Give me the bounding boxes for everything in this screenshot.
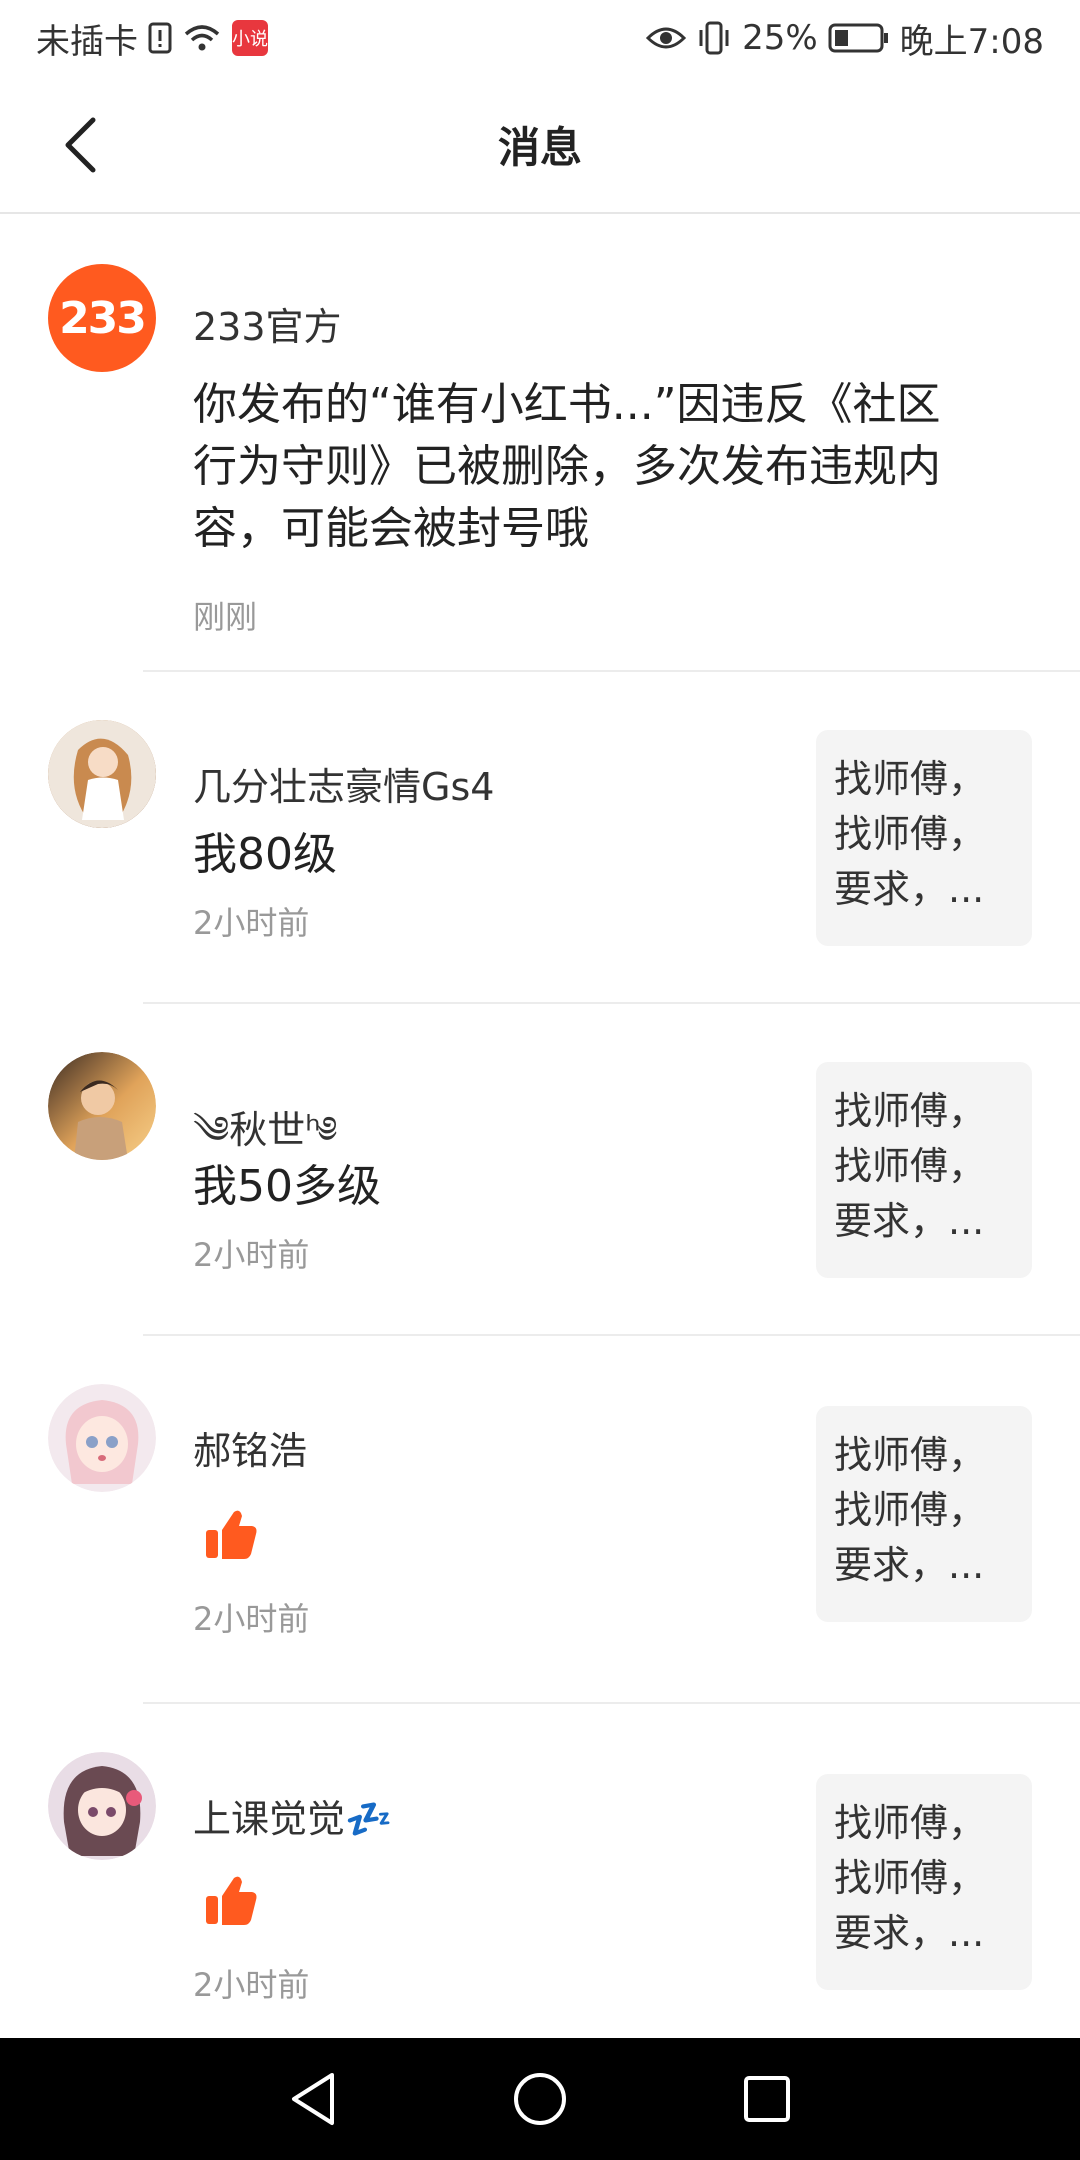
post-preview[interactable]: 找师傅，找师傅，要求，... (816, 730, 1032, 946)
nav-recents-button[interactable] (732, 2064, 802, 2134)
avatar[interactable] (48, 1052, 156, 1160)
avatar[interactable] (48, 1384, 156, 1492)
message-text: 你发布的“谁有小红书...”因违反《社区行为守则》已被删除，多次发布违规内容，可… (193, 379, 941, 554)
app-badge-icon: 小说 (232, 20, 268, 56)
page-title: 消息 (497, 122, 582, 172)
carrier-text: 未插卡 (36, 21, 138, 62)
list-item[interactable]: 几分壮志豪情Gs4 我80级 2小时前 找师傅，找师傅，要求，... (0, 672, 1080, 1004)
list-item[interactable]: 233 233官方 你发布的“谁有小红书...”因违反《社区行为守则》已被删除，… (0, 214, 1080, 672)
post-preview[interactable]: 找师傅，找师傅，要求，... (816, 1062, 1032, 1278)
screen: 未插卡 小说 25% 晚上7:08 消息 233 233官方 你发布的“谁有小红… (0, 0, 1080, 2160)
clock: 晚上7:08 (899, 21, 1044, 62)
thumbs-up-icon (200, 1870, 260, 1930)
eye-icon (646, 24, 687, 52)
message-time: 刚刚 (193, 598, 258, 636)
avatar-image (48, 720, 156, 828)
sender-name: 上课觉觉💤 (193, 1797, 393, 1841)
triangle-back-icon (292, 2073, 335, 2125)
list-item[interactable]: ༄秋世ʰ༅ 我50多级 2小时前 找师傅，找师傅，要求，... (0, 1004, 1080, 1336)
circle-home-icon (513, 2073, 566, 2125)
status-right: 25% 晚上7:08 (646, 14, 1044, 63)
avatar-logo-text: 233 (59, 292, 147, 344)
message-list: 233 233官方 你发布的“谁有小红书...”因违反《社区行为守则》已被删除，… (0, 214, 1080, 2036)
list-item[interactable]: 郝铭浩 2小时前 找师傅，找师傅，要求，... (0, 1336, 1080, 1704)
list-item[interactable]: 上课觉觉💤 2小时前 找师傅，找师傅，要求，... (0, 1704, 1080, 2036)
message-time: 2小时前 (193, 904, 310, 942)
message-time: 2小时前 (193, 1236, 310, 1274)
sender-name: 几分壮志豪情Gs4 (193, 765, 495, 809)
status-left: 未插卡 小说 (36, 14, 268, 63)
post-preview[interactable]: 找师傅，找师傅，要求，... (816, 1406, 1032, 1622)
avatar-image (48, 1752, 156, 1860)
battery-icon (828, 23, 890, 53)
vibrate-icon (696, 21, 732, 55)
header: 消息 (0, 76, 1080, 214)
avatar-image (48, 1384, 156, 1492)
sender-name: 郝铭浩 (193, 1429, 308, 1473)
avatar[interactable]: 233 (48, 264, 156, 372)
avatar-image (48, 1052, 156, 1160)
status-bar: 未插卡 小说 25% 晚上7:08 (0, 0, 1080, 76)
battery-percent: 25% (742, 18, 818, 58)
square-recents-icon (743, 2076, 790, 2122)
nav-home-button[interactable] (505, 2064, 575, 2134)
sim-alert-icon (148, 22, 172, 54)
avatar[interactable] (48, 720, 156, 828)
wifi-icon (182, 22, 222, 54)
post-preview[interactable]: 找师傅，找师傅，要求，... (816, 1774, 1032, 1990)
message-time: 2小时前 (193, 1600, 310, 1638)
avatar[interactable] (48, 1752, 156, 1860)
thumbs-up-icon (200, 1504, 260, 1564)
navigation-bar (0, 2038, 1080, 2160)
message-time: 2小时前 (193, 1966, 310, 2004)
sender-name: 233官方 (193, 305, 342, 349)
nav-back-button[interactable] (278, 2064, 348, 2134)
